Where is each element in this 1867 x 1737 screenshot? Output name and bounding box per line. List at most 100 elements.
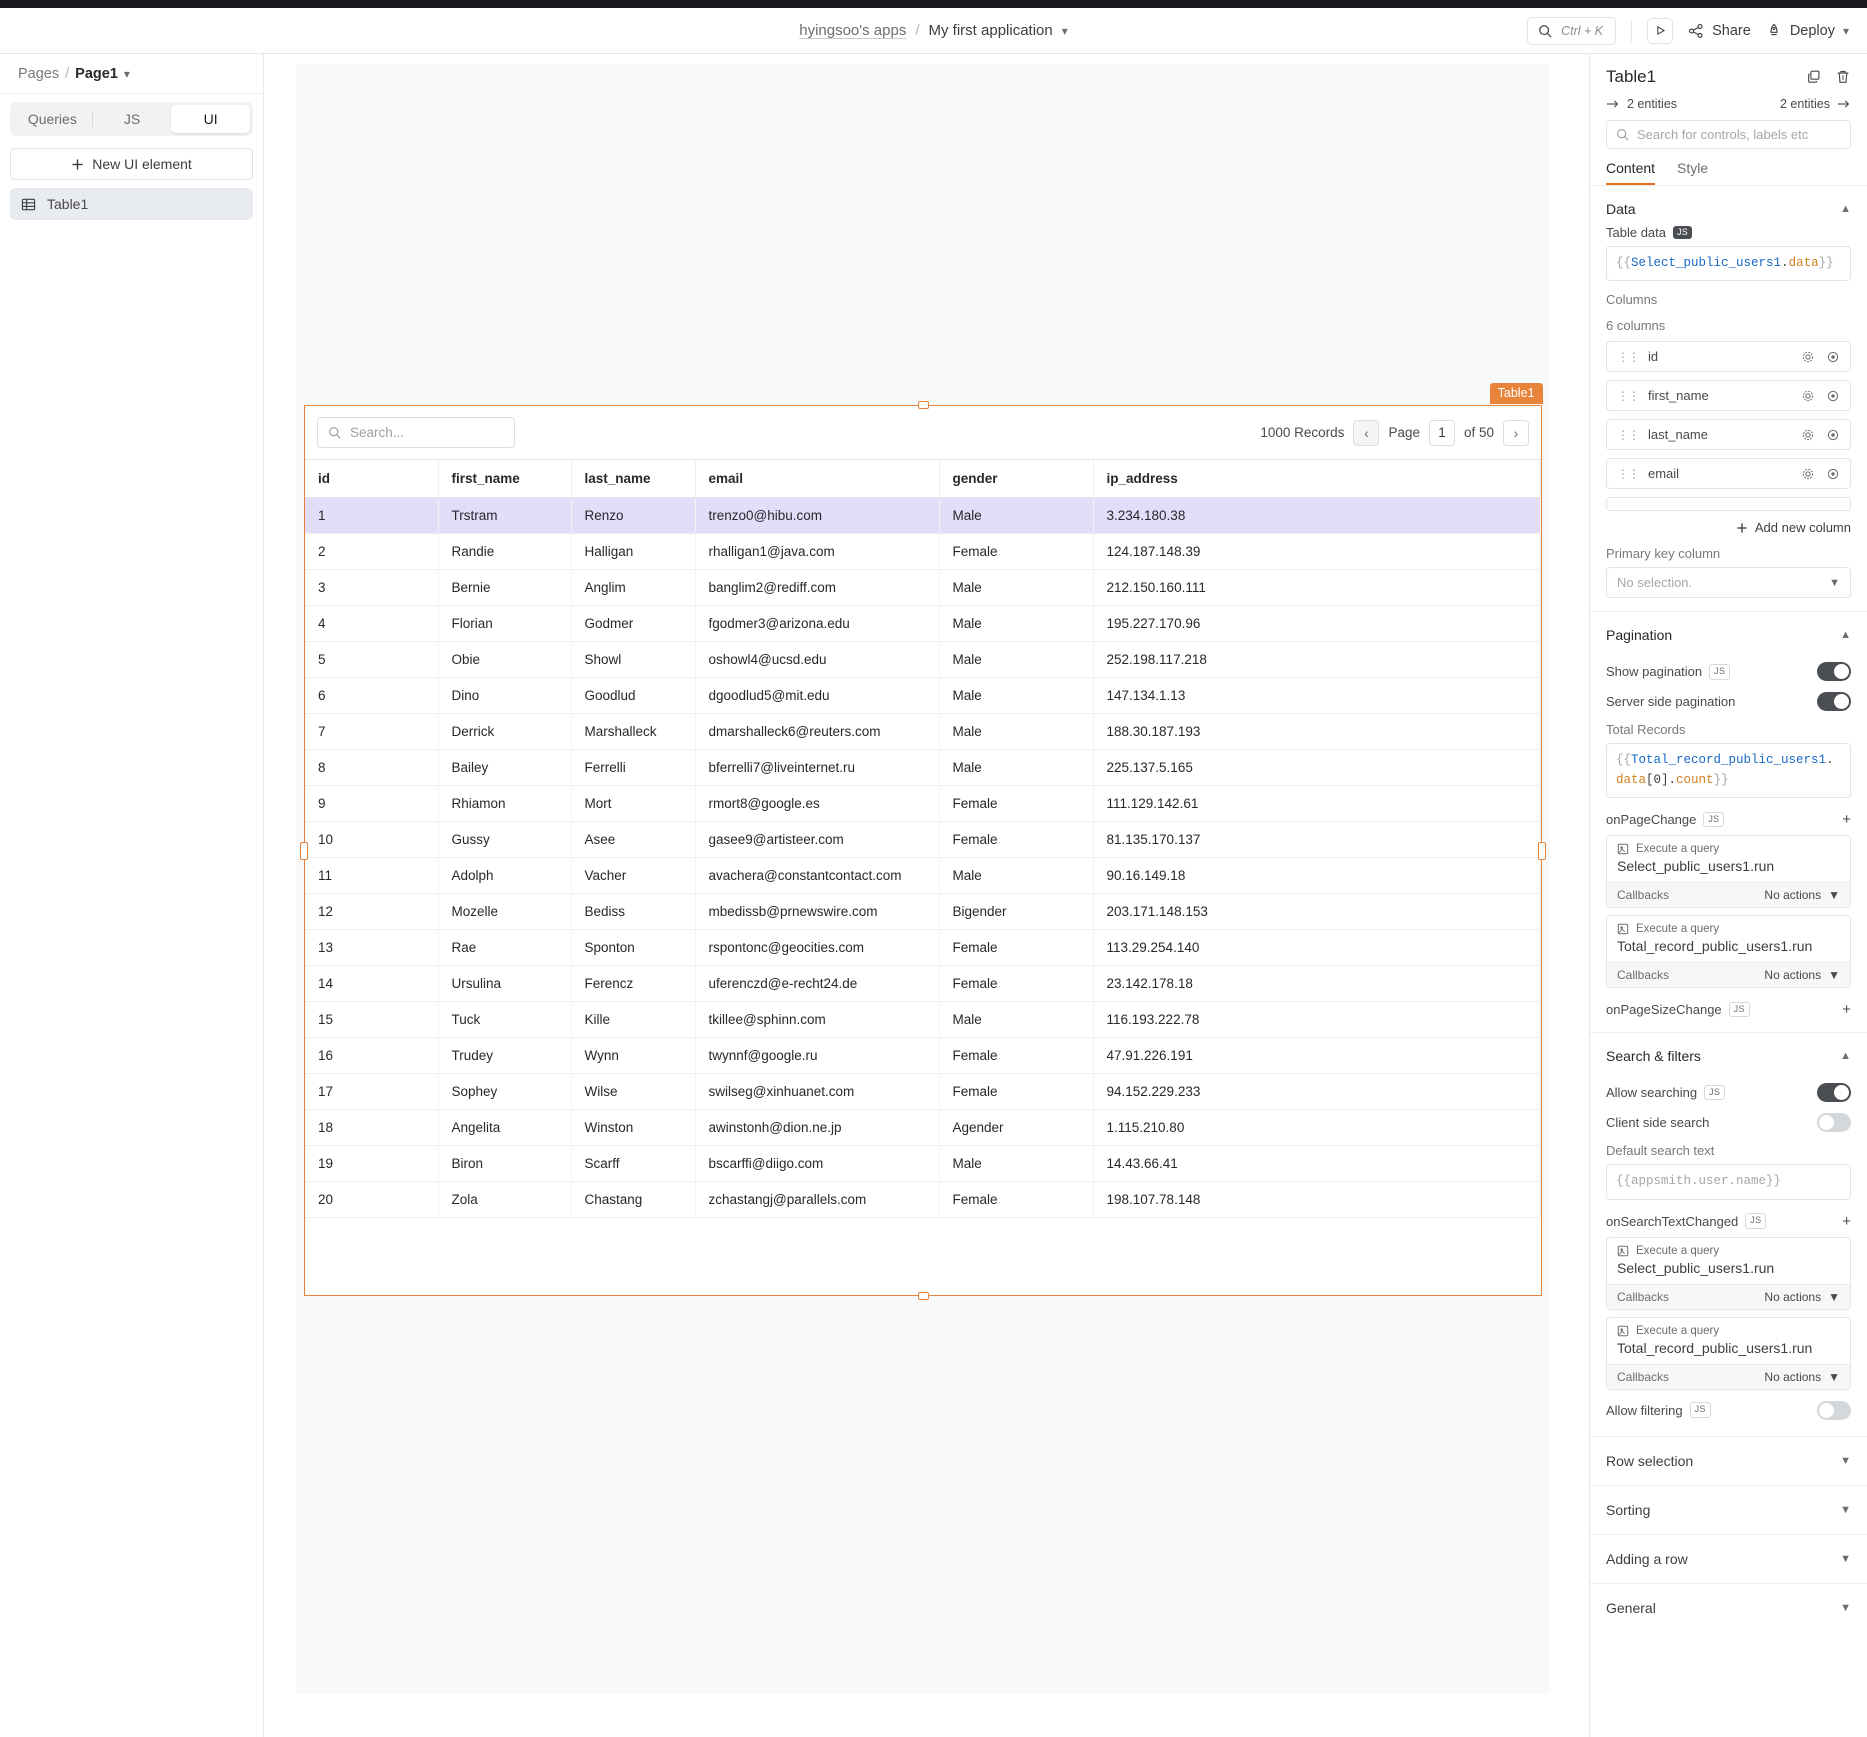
action-callbacks-row[interactable]: Callbacks No actions ▼ xyxy=(1607,1283,1850,1309)
action-callbacks-row[interactable]: Callbacks No actions ▼ xyxy=(1607,1363,1850,1389)
table-cell-first-name[interactable]: Zola xyxy=(438,1181,572,1218)
table-cell-gender[interactable]: Male xyxy=(939,497,1094,534)
table-cell-email[interactable]: gasee9@artisteer.com xyxy=(695,821,940,858)
table-cell-last-name[interactable]: Bediss xyxy=(571,893,696,930)
table-cell-email[interactable]: rmort8@google.es xyxy=(695,785,940,822)
table-row[interactable]: 15 Tuck Kille tkillee@sphinn.com Male 116.193… xyxy=(305,1001,1541,1038)
column-header-email[interactable]: email xyxy=(695,459,940,498)
section-data-header[interactable]: Data ▲ xyxy=(1606,186,1851,225)
table-cell-id[interactable]: 5 xyxy=(305,641,439,678)
table-cell-id[interactable]: 17 xyxy=(305,1073,439,1110)
table-cell-gender[interactable]: Female xyxy=(939,929,1094,966)
drag-handle-icon[interactable]: ⋮⋮ xyxy=(1617,428,1640,441)
property-widget-title[interactable]: Table1 xyxy=(1606,67,1656,87)
resize-handle-left[interactable] xyxy=(300,841,308,860)
column-header-id[interactable]: id xyxy=(305,459,439,498)
table-row[interactable]: 11 Adolph Vacher avachera@constantcontact.c… xyxy=(305,857,1541,894)
table-cell-email[interactable]: tkillee@sphinn.com xyxy=(695,1001,940,1038)
table-cell-ip-address[interactable]: 252.198.117.218 xyxy=(1093,641,1541,678)
breadcrumb-org[interactable]: hyingsoo's apps xyxy=(799,22,906,39)
table-cell-first-name[interactable]: Rhiamon xyxy=(438,785,572,822)
js-badge[interactable]: JS xyxy=(1745,1213,1767,1229)
table-cell-ip-address[interactable]: 23.142.178.18 xyxy=(1093,965,1541,1002)
table-cell-ip-address[interactable]: 195.227.170.96 xyxy=(1093,605,1541,642)
show-pagination-toggle[interactable] xyxy=(1817,662,1851,682)
global-search-button[interactable]: Ctrl + K xyxy=(1527,16,1617,45)
copy-icon[interactable] xyxy=(1806,69,1822,85)
column-item-first-name[interactable]: ⋮⋮ first_name xyxy=(1606,380,1851,412)
table-cell-email[interactable]: rspontonc@geocities.com xyxy=(695,929,940,966)
table-row[interactable]: 1 Trstram Renzo trenzo0@hibu.com Male 3.234.1… xyxy=(305,497,1541,534)
chevron-down-icon[interactable]: ▼ xyxy=(1840,1602,1851,1614)
table-cell-last-name[interactable]: Sponton xyxy=(571,929,696,966)
table-cell-last-name[interactable]: Showl xyxy=(571,641,696,678)
js-badge[interactable]: JS xyxy=(1689,1402,1711,1418)
action-callbacks-row[interactable]: Callbacks No actions ▼ xyxy=(1607,882,1850,908)
table-cell-last-name[interactable]: Winston xyxy=(571,1109,696,1146)
table-row[interactable]: 8 Bailey Ferrelli bferrelli7@liveinternet.r… xyxy=(305,749,1541,786)
table-cell-last-name[interactable]: Ferrelli xyxy=(571,749,696,786)
table-cell-ip-address[interactable]: 47.91.226.191 xyxy=(1093,1037,1541,1074)
table-cell-first-name[interactable]: Mozelle xyxy=(438,893,572,930)
resize-handle-right[interactable] xyxy=(1538,841,1546,860)
incoming-entities[interactable]: 2 entities xyxy=(1606,97,1677,111)
table-row[interactable]: 17 Sophey Wilse swilseg@xinhuanet.com Female… xyxy=(305,1073,1541,1110)
table-cell-first-name[interactable]: Bernie xyxy=(438,569,572,606)
table-cell-last-name[interactable]: Asee xyxy=(571,821,696,858)
table-cell-gender[interactable]: Female xyxy=(939,965,1094,1002)
table-row[interactable]: 14 Ursulina Ferencz uferenczd@e-recht24.de F… xyxy=(305,965,1541,1002)
table-cell-email[interactable]: bferrelli7@liveinternet.ru xyxy=(695,749,940,786)
table-cell-email[interactable]: avachera@constantcontact.com xyxy=(695,857,940,894)
column-header-first-name[interactable]: first_name xyxy=(438,459,572,498)
table-cell-id[interactable]: 8 xyxy=(305,749,439,786)
table-cell-email[interactable]: awinstonh@dion.ne.jp xyxy=(695,1109,940,1146)
client-side-search-toggle[interactable] xyxy=(1817,1113,1851,1133)
chevron-down-icon[interactable]: ▼ xyxy=(1828,968,1840,982)
table-row[interactable]: 7 Derrick Marshalleck dmarshalleck6@reuters… xyxy=(305,713,1541,750)
table-cell-last-name[interactable]: Scarff xyxy=(571,1145,696,1182)
table-cell-gender[interactable]: Female xyxy=(939,1073,1094,1110)
table-cell-email[interactable]: bscarffi@diigo.com xyxy=(695,1145,940,1182)
drag-handle-icon[interactable]: ⋮⋮ xyxy=(1617,467,1640,480)
table-cell-email[interactable]: zchastangj@parallels.com xyxy=(695,1181,940,1218)
table-cell-ip-address[interactable]: 81.135.170.137 xyxy=(1093,821,1541,858)
table-cell-first-name[interactable]: Derrick xyxy=(438,713,572,750)
tab-js[interactable]: JS xyxy=(93,105,172,133)
table-cell-ip-address[interactable]: 3.234.180.38 xyxy=(1093,497,1541,534)
section-adding-a-row[interactable]: Adding a row ▼ xyxy=(1590,1533,1867,1583)
next-page-button[interactable]: › xyxy=(1503,419,1529,446)
deploy-chevron-down-icon[interactable]: ▾ xyxy=(1843,24,1849,38)
table-cell-ip-address[interactable]: 14.43.66.41 xyxy=(1093,1145,1541,1182)
table-cell-id[interactable]: 4 xyxy=(305,605,439,642)
js-badge[interactable]: JS xyxy=(1709,664,1731,680)
table-cell-last-name[interactable]: Halligan xyxy=(571,533,696,570)
table-cell-first-name[interactable]: Trudey xyxy=(438,1037,572,1074)
table-search-input[interactable]: Search... xyxy=(317,417,515,448)
table-cell-last-name[interactable]: Kille xyxy=(571,1001,696,1038)
table-cell-last-name[interactable]: Ferencz xyxy=(571,965,696,1002)
table-cell-gender[interactable]: Female xyxy=(939,785,1094,822)
table-cell-first-name[interactable]: Trstram xyxy=(438,497,572,534)
table-row[interactable]: 3 Bernie Anglim banglim2@rediff.com Male 212.… xyxy=(305,569,1541,606)
outgoing-entities[interactable]: 2 entities xyxy=(1780,97,1851,111)
table-cell-gender[interactable]: Male xyxy=(939,749,1094,786)
share-button[interactable]: Share xyxy=(1688,23,1751,39)
eye-icon[interactable] xyxy=(1826,428,1840,442)
table-row[interactable]: 18 Angelita Winston awinstonh@dion.ne.jp Age… xyxy=(305,1109,1541,1146)
table-cell-first-name[interactable]: Bailey xyxy=(438,749,572,786)
chevron-up-icon[interactable]: ▲ xyxy=(1840,1050,1851,1062)
action-card[interactable]: Execute a query Select_public_users1.run… xyxy=(1606,835,1851,909)
chevron-down-icon[interactable]: ▼ xyxy=(1828,1290,1840,1304)
table-cell-ip-address[interactable]: 188.30.187.193 xyxy=(1093,713,1541,750)
table-cell-gender[interactable]: Male xyxy=(939,569,1094,606)
table-row[interactable]: 6 Dino Goodlud dgoodlud5@mit.edu Male 147.134… xyxy=(305,677,1541,714)
table-cell-gender[interactable]: Male xyxy=(939,605,1094,642)
js-badge[interactable]: JS xyxy=(1673,225,1693,240)
gear-icon[interactable] xyxy=(1801,428,1815,442)
action-callbacks-row[interactable]: Callbacks No actions ▼ xyxy=(1607,962,1850,988)
table-row[interactable]: 9 Rhiamon Mort rmort8@google.es Female 111.12… xyxy=(305,785,1541,822)
table-cell-ip-address[interactable]: 203.171.148.153 xyxy=(1093,893,1541,930)
table-row[interactable]: 16 Trudey Wynn twynnf@google.ru Female 47.91.… xyxy=(305,1037,1541,1074)
section-row-selection[interactable]: Row selection ▼ xyxy=(1590,1435,1867,1485)
table-cell-first-name[interactable]: Angelita xyxy=(438,1109,572,1146)
